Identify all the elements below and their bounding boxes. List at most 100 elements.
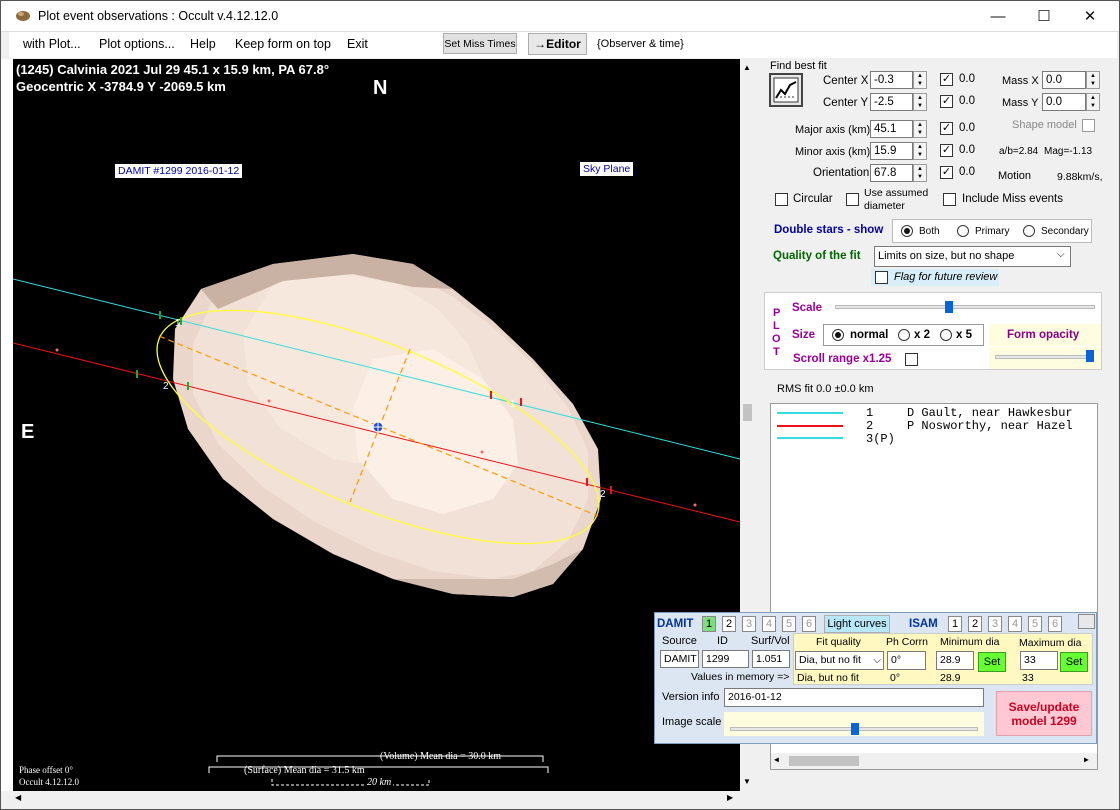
damit-tab-4[interactable]: 4 (762, 616, 776, 632)
min-dia-field[interactable]: 28.9 (936, 651, 974, 670)
damit-tab-3[interactable]: 3 (742, 616, 756, 632)
menu-plot-options[interactable]: Plot options... (99, 37, 175, 51)
legend-scrollbar[interactable]: ◀ ▶ (771, 753, 1097, 769)
orientation-input[interactable]: 67.8 (870, 164, 913, 182)
minor-axis-checkbox[interactable]: ✓ (940, 144, 953, 157)
isam-tab-6[interactable]: 6 (1048, 616, 1062, 632)
max-dia-set-button[interactable]: Set (1060, 652, 1088, 672)
ph-corrn-field[interactable]: 0° (887, 651, 926, 670)
menu-with-plot[interactable]: with Plot... (23, 37, 81, 51)
primary-radio[interactable] (957, 225, 969, 237)
mass-y-spinner[interactable]: ▲ ▼ (1086, 93, 1100, 111)
version-label: Occult 4.12.12.0 (19, 777, 79, 787)
isam-tab-4[interactable]: 4 (1008, 616, 1022, 632)
shape-model-checkbox[interactable] (1082, 119, 1095, 132)
menu-help[interactable]: Help (190, 37, 216, 51)
size-x2-label: x 2 (914, 329, 930, 341)
isam-tab-1[interactable]: 1 (948, 616, 962, 632)
menu-exit[interactable]: Exit (347, 37, 368, 51)
isam-tab-3[interactable]: 3 (988, 616, 1002, 632)
use-assumed-checkbox[interactable] (846, 193, 859, 206)
max-dia-field[interactable]: 33 (1020, 651, 1058, 670)
scroll-up-icon[interactable]: ▲ (743, 63, 751, 72)
minor-axis-input[interactable]: 15.9 (870, 142, 913, 160)
source-field[interactable]: DAMIT (660, 650, 699, 668)
center-y-checkbox[interactable]: ✓ (940, 95, 953, 108)
major-axis-input[interactable]: 45.1 (870, 120, 913, 138)
close-button[interactable]: ✕ (1067, 1, 1113, 31)
fit-quality-select[interactable]: Dia, but no fit ⌵ (795, 651, 884, 670)
scale-slider-track[interactable] (835, 305, 1095, 309)
image-scale-thumb[interactable] (851, 723, 859, 735)
secondary-radio[interactable] (1023, 225, 1035, 237)
include-miss-checkbox[interactable] (943, 193, 956, 206)
motion-value: 9.88km/s, (1057, 171, 1103, 183)
legend-scroll-thumb[interactable] (789, 756, 859, 766)
id-field[interactable]: 1299 (702, 650, 749, 668)
source-label: Source (662, 635, 697, 647)
set-miss-times-button[interactable]: Set Miss Times (443, 33, 517, 54)
legend-line-3 (777, 437, 843, 439)
light-curves-button[interactable]: Light curves (824, 615, 890, 633)
chevron-down-icon[interactable]: ⌵ (1057, 249, 1065, 260)
mass-y-input[interactable]: 0.0 (1042, 93, 1086, 111)
plot-horizontal-scrollbar[interactable]: ◀ ▶ (13, 791, 740, 806)
center-x-input[interactable]: -0.3 (870, 71, 913, 89)
legend-num-2: 2 (866, 419, 874, 433)
editor-button[interactable]: →Editor (528, 33, 587, 55)
observer-time-menu[interactable]: {Observer & time} (597, 38, 684, 50)
legend-scroll-left-icon[interactable]: ◀ (774, 755, 779, 765)
size-normal-radio[interactable] (832, 329, 844, 341)
scale-slider-thumb[interactable] (945, 301, 953, 313)
size-x5-radio[interactable] (940, 329, 952, 341)
legend-scroll-right-icon[interactable]: ▶ (1084, 755, 1089, 765)
center-x-checkbox[interactable]: ✓ (940, 73, 953, 86)
best-fit-button[interactable] (769, 73, 803, 107)
damit-panel-toggle[interactable] (1078, 614, 1095, 629)
mass-x-input[interactable]: 0.0 (1042, 71, 1086, 89)
double-stars-label: Double stars - show (774, 224, 884, 236)
min-dia-set-button[interactable]: Set (978, 652, 1006, 672)
orientation-checkbox[interactable]: ✓ (940, 166, 953, 179)
damit-tab-2[interactable]: 2 (722, 616, 736, 632)
opacity-slider-thumb[interactable] (1086, 350, 1094, 362)
use-assumed-label: Use assumed (864, 187, 929, 199)
scroll-right-icon[interactable]: ▶ (727, 793, 733, 802)
damit-tab-5[interactable]: 5 (782, 616, 796, 632)
chevron-down-icon[interactable]: ⌵ (873, 653, 881, 669)
minimize-button[interactable]: — (975, 1, 1021, 31)
legend-line-1 (777, 412, 843, 414)
flag-review-checkbox[interactable] (875, 271, 888, 284)
mass-x-spinner[interactable]: ▲ ▼ (1086, 71, 1100, 89)
opacity-slider-track[interactable] (995, 355, 1093, 359)
damit-tab-6[interactable]: 6 (802, 616, 816, 632)
plot-canvas[interactable]: 1 2 1 2 (1245) Calvinia 2021 Jul 29 45.1… (13, 59, 740, 791)
surface-mean-dia: (Surface) Mean dia = 31.5 km (244, 765, 365, 776)
quality-select[interactable]: Limits on size, but no shape ⌵ (874, 246, 1071, 267)
isam-tab-2[interactable]: 2 (968, 616, 982, 632)
orientation-spinner[interactable]: ▲ ▼ (913, 164, 927, 182)
center-y-chk-value: 0.0 (959, 95, 975, 107)
circular-checkbox[interactable] (775, 193, 788, 206)
center-x-spinner[interactable]: ▲ ▼ (913, 71, 927, 89)
both-radio[interactable] (901, 225, 913, 237)
center-x-chk-value: 0.0 (959, 73, 975, 85)
save-update-model-button[interactable]: Save/update model 1299 (996, 691, 1092, 736)
scroll-down-icon[interactable]: ▼ (743, 777, 751, 786)
menu-keep-on-top[interactable]: Keep form on top (235, 37, 331, 51)
version-info-field[interactable]: 2016-01-12 (724, 688, 984, 707)
size-x2-radio[interactable] (898, 329, 910, 341)
surfvol-label: Surf/Vol (751, 635, 790, 647)
major-axis-spinner[interactable]: ▲ ▼ (913, 120, 927, 138)
center-y-input[interactable]: -2.5 (870, 93, 913, 111)
scroll-range-checkbox[interactable] (905, 353, 918, 366)
minor-axis-spinner[interactable]: ▲ ▼ (913, 142, 927, 160)
vertical-scroll-thumb[interactable] (743, 404, 752, 421)
center-y-spinner[interactable]: ▲ ▼ (913, 93, 927, 111)
isam-tab-5[interactable]: 5 (1028, 616, 1042, 632)
major-axis-checkbox[interactable]: ✓ (940, 122, 953, 135)
maximize-button[interactable]: ☐ (1021, 1, 1067, 31)
surfvol-field[interactable]: 1.051 (752, 650, 790, 668)
scroll-left-icon[interactable]: ◀ (15, 793, 21, 802)
damit-tab-1[interactable]: 1 (702, 616, 716, 632)
